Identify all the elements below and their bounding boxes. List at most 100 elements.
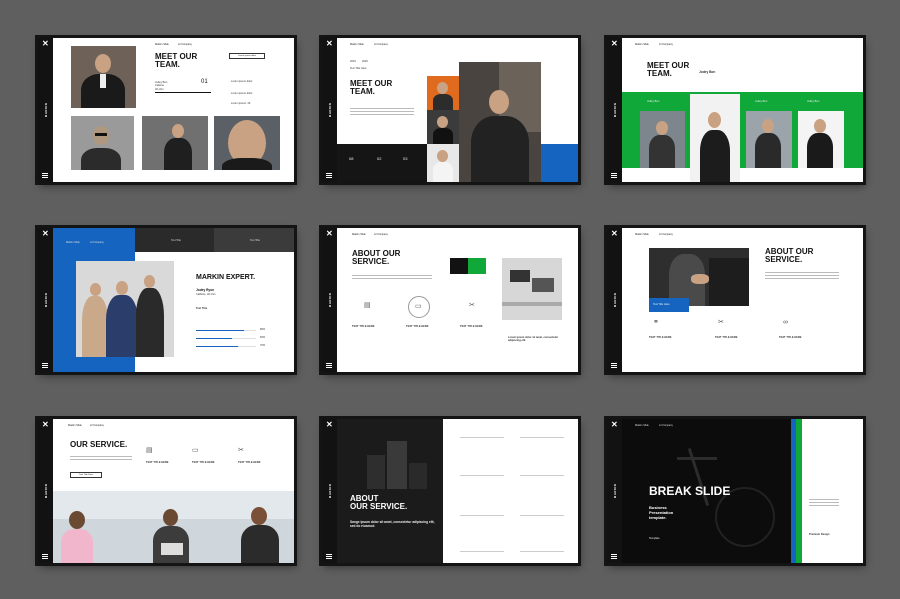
member-photo-4: [798, 111, 844, 168]
green-stripe: [796, 419, 802, 563]
menu-icon[interactable]: [42, 554, 48, 559]
divider: [155, 92, 211, 93]
service-title: TEXT TITLE HERE: [238, 461, 261, 464]
slide-rail: ✕ MARKIN: [607, 228, 622, 372]
year-label: 2019: [350, 60, 356, 63]
monitor-icon: ▭: [415, 303, 422, 310]
slide-rail: ✕ MARKIN: [322, 38, 337, 182]
team-photo-3: [142, 116, 208, 170]
expert-group-photo: [76, 261, 174, 357]
nav-item[interactable]: Markin Slide: [350, 43, 364, 46]
stat-value: 02: [377, 156, 382, 161]
quote-text: Lorem ipsum dolor sit amet, consectetur …: [508, 336, 559, 343]
brand-label: MARKIN: [613, 292, 618, 308]
tab-item[interactable]: Text Title: [171, 239, 181, 242]
slide-title: MEET OUR TEAM.: [647, 61, 690, 79]
service-title: TEXT TITLE HERE: [460, 325, 483, 328]
close-icon[interactable]: ✕: [42, 40, 49, 48]
slide-title: ABOUT OUR SERVICE.: [350, 494, 408, 512]
close-icon[interactable]: ✕: [42, 421, 49, 429]
document-icon: ▤: [364, 302, 371, 309]
green-square: [468, 258, 486, 274]
close-icon[interactable]: ✕: [611, 421, 618, 429]
service-title: TEXT TITLE HERE: [715, 336, 738, 339]
slide-meet-our-team-1[interactable]: ✕ MARKIN Markin Slide Lil Company MEET O…: [38, 38, 294, 182]
nav-item[interactable]: Lil Company: [659, 43, 673, 46]
nav-item[interactable]: Markin Slide: [635, 424, 649, 427]
lorem-text: Lorem ipsum: 46: [231, 102, 251, 105]
menu-icon[interactable]: [326, 363, 332, 368]
brand-label: MARKIN: [328, 483, 333, 499]
tools-icon: ✂: [718, 319, 724, 326]
menu-icon[interactable]: [326, 173, 332, 178]
brand-label: MARKIN: [613, 102, 618, 118]
service-title: TEXT TITLE HERE: [406, 325, 429, 328]
service-title: TEXT TITLE HERE: [779, 336, 802, 339]
nav-item[interactable]: Markin Slide: [66, 241, 80, 244]
slide-rail: ✕ MARKIN: [38, 419, 53, 563]
side-title: Premium Design: [809, 533, 830, 536]
slide-meet-our-team-3[interactable]: ✕ MARKIN Markin Slide Lil Company MEET O…: [607, 38, 863, 182]
nav-item[interactable]: Lil Company: [659, 233, 673, 236]
member-name: Jodey Bon: [807, 100, 820, 103]
side-panel: Premium Design: [791, 419, 863, 563]
menu-icon[interactable]: [611, 173, 617, 178]
menu-icon[interactable]: [611, 554, 617, 559]
nav-item[interactable]: Markin Slide: [635, 43, 649, 46]
slide-rail: ✕ MARKIN: [38, 228, 53, 372]
slide-meet-our-team-2[interactable]: ✕ MARKIN Markin Slide Lil Company 2019 2…: [322, 38, 578, 182]
menu-icon[interactable]: [326, 554, 332, 559]
skill-label: Text Title: [196, 307, 208, 310]
menu-icon[interactable]: [42, 173, 48, 178]
body-lines: [765, 270, 839, 281]
skill-bar: [196, 330, 256, 331]
nav-item[interactable]: Lil Company: [374, 43, 388, 46]
slide-our-service[interactable]: ✕ MARKIN Markin Slide Lil Company OUR SE…: [38, 419, 294, 563]
nav-item[interactable]: Lil Company: [90, 424, 104, 427]
slide-about-our-service-2[interactable]: ✕ MARKIN Markin Slide Lil Company Text T…: [607, 228, 863, 372]
nav-item[interactable]: Markin Slide: [68, 424, 82, 427]
nav-item[interactable]: Lil Company: [90, 241, 104, 244]
team-photo-small-3: [427, 144, 459, 182]
body-lines: [70, 454, 132, 462]
skill-bar: [196, 346, 256, 347]
close-icon[interactable]: ✕: [326, 230, 333, 238]
expert-role: Caffeine, 40 ohm: [196, 293, 216, 296]
close-icon[interactable]: ✕: [326, 40, 333, 48]
nav-item[interactable]: Markin Slide: [635, 233, 649, 236]
nav-item[interactable]: Markin Slide: [352, 233, 366, 236]
team-photo-2: [71, 116, 134, 170]
slide-rail: ✕ MARKIN: [322, 419, 337, 563]
slide-title: MEET OUR TEAM.: [155, 52, 198, 70]
slide-rail: ✕ MARKIN: [607, 419, 622, 563]
tools-icon: ✂: [469, 302, 475, 309]
skill-bar: [196, 338, 256, 339]
slide-title: OUR SERVICE.: [70, 440, 128, 449]
slide-about-our-service-1[interactable]: ✕ MARKIN Markin Slide Lil Company ABOUT …: [322, 228, 578, 372]
name-block: Jodey Bon Cafeine 40 ohm: [155, 81, 168, 91]
service-title: TEXT TITLE HERE: [352, 325, 375, 328]
badge-label: Text Title Here: [653, 303, 670, 306]
slide-title: ABOUT OUR SERVICE.: [352, 249, 401, 267]
link-icon: ∞: [783, 319, 788, 326]
cta-button[interactable]: Lorem ipsum dolor: [229, 53, 265, 59]
slide-markin-expert[interactable]: ✕ MARKIN Markin Slide Lil Company Text T…: [38, 228, 294, 372]
slide-title: MARKIN EXPERT.: [196, 274, 256, 281]
tab-item[interactable]: Text Title: [250, 239, 260, 242]
close-icon[interactable]: ✕: [611, 40, 618, 48]
close-icon[interactable]: ✕: [326, 421, 333, 429]
nav-item[interactable]: Lil Company: [178, 43, 192, 46]
nav-item[interactable]: Lil Company: [659, 424, 673, 427]
menu-icon[interactable]: [611, 363, 617, 368]
menu-icon[interactable]: [42, 363, 48, 368]
slide-break[interactable]: ✕ MARKIN Markin Slide Lil Company BREAK …: [607, 419, 863, 563]
blue-badge: Text Title Here: [649, 298, 689, 312]
nav-item[interactable]: Markin Slide: [155, 43, 169, 46]
skill-value: 60%: [260, 336, 266, 339]
nav-item[interactable]: Lil Company: [374, 233, 388, 236]
close-icon[interactable]: ✕: [42, 230, 49, 238]
cta-button[interactable]: Text Title Here: [70, 472, 102, 478]
close-icon[interactable]: ✕: [611, 230, 618, 238]
slide-about-our-service-dark[interactable]: ✕ MARKIN ABOUT OUR SERVICE. Sange ipsum d…: [322, 419, 578, 563]
stat-value: 08: [349, 156, 354, 161]
